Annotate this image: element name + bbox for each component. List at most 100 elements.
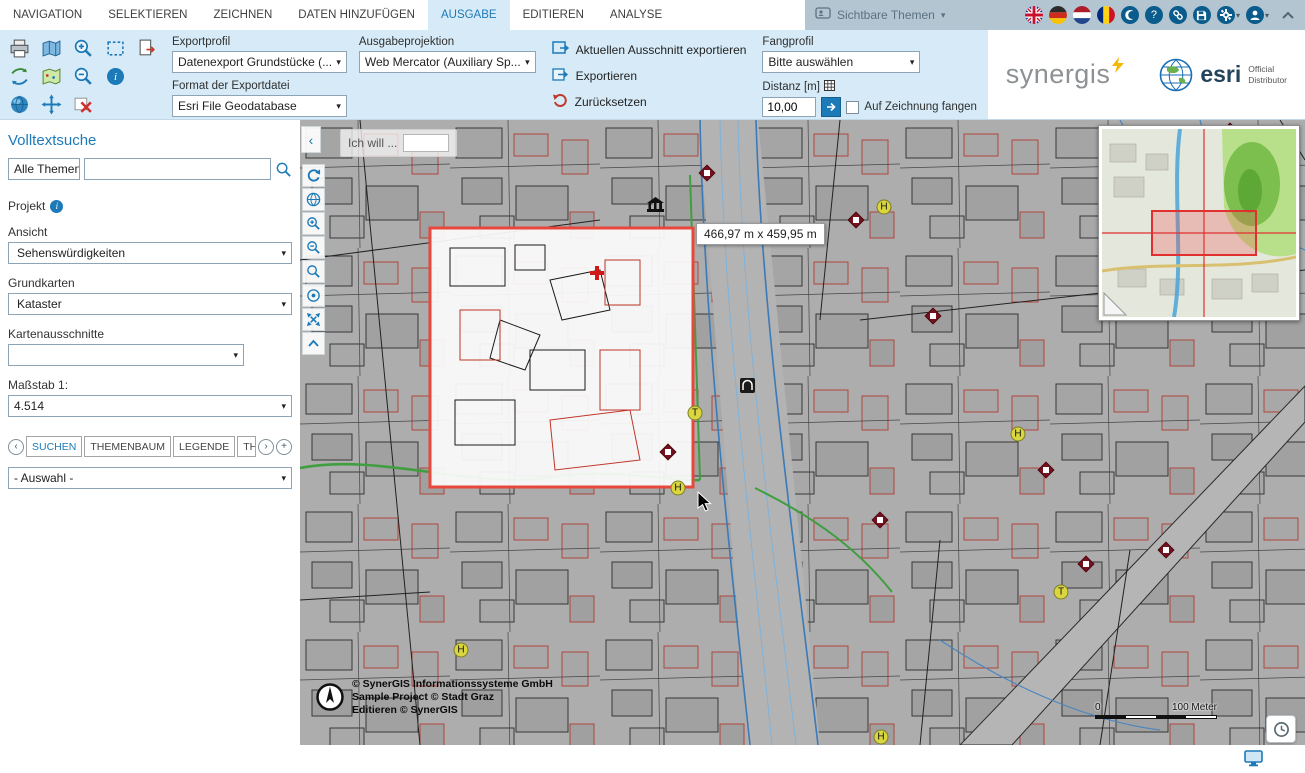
export-format-select[interactable]: Esri File Geodatabase ▾ <box>172 95 347 117</box>
pan-icon[interactable] <box>36 91 67 118</box>
map-marker-poi[interactable]: T <box>1054 585 1069 600</box>
flag-nl-icon[interactable] <box>1073 6 1091 24</box>
esri-distributor-label: Official Distributor <box>1248 64 1287 84</box>
menu-selektieren[interactable]: SELEKTIEREN <box>95 0 200 30</box>
menu-editieren[interactable]: EDITIEREN <box>510 0 597 30</box>
language-globe-icon[interactable] <box>1121 6 1139 24</box>
selection-select[interactable]: - Auswahl - ▾ <box>8 467 292 489</box>
menu-ausgabe[interactable]: AUSGABE <box>428 0 510 30</box>
overview-map[interactable] <box>1098 125 1300 321</box>
chevron-down-icon: ▾ <box>910 57 915 68</box>
visible-themes-dropdown[interactable]: Sichtbare Themen ▾ <box>815 7 945 24</box>
export-profile-value: Datenexport Grundstücke (... <box>178 55 332 69</box>
print-icon[interactable] <box>4 35 35 62</box>
tab-themenbaum[interactable]: THEMENBAUM <box>84 436 171 457</box>
map-canvas[interactable]: HTHHHTH ‹ Ich will ... 466,97 m x 459,95… <box>300 120 1305 745</box>
distance-label-row: Distanz [m] <box>762 80 987 94</box>
map-toolbar <box>302 164 325 355</box>
map-copyright: © SynerGIS Informationssysteme GmbH Samp… <box>316 678 553 717</box>
menu-daten-hinzufuegen[interactable]: DATEN HINZUFÜGEN <box>285 0 428 30</box>
fulltext-search-input[interactable] <box>84 158 271 180</box>
search-icon[interactable] <box>275 159 292 179</box>
swap-arrows-icon[interactable] <box>4 63 35 90</box>
menu-analyse[interactable]: ANALYSE <box>597 0 675 30</box>
collapse-toolbar-icon[interactable] <box>1281 11 1295 20</box>
zoom-in-icon[interactable] <box>68 35 99 62</box>
full-extent-globe-icon[interactable] <box>302 188 325 211</box>
export-map-icon[interactable] <box>132 35 163 62</box>
layers-map-icon[interactable] <box>36 35 67 62</box>
output-projection-select[interactable]: Web Mercator (Auxiliary Sp... ▾ <box>359 51 536 73</box>
export-format-label: Format der Exportdatei <box>172 80 347 92</box>
view-value: Sehenswürdigkeiten <box>14 246 125 260</box>
tab-themen-truncated[interactable]: THE <box>237 436 256 457</box>
lightning-icon <box>1111 57 1125 73</box>
help-icon[interactable]: ? <box>1145 6 1163 24</box>
scale-select[interactable]: 4.514 ▾ <box>8 395 292 417</box>
ich-will-input[interactable] <box>403 134 449 152</box>
time-slider-button[interactable] <box>1266 715 1296 743</box>
view-select[interactable]: Sehenswürdigkeiten ▾ <box>8 242 292 264</box>
esri-globe-icon <box>1159 58 1193 92</box>
display-icon[interactable] <box>1244 750 1263 770</box>
search-scope-value: Alle Themen <box>14 162 80 176</box>
user-menu[interactable]: ▾ <box>1246 6 1269 24</box>
snap-drawing-checkbox[interactable] <box>846 101 859 114</box>
basemap-select[interactable]: Kataster ▾ <box>8 293 292 315</box>
tab-suchen[interactable]: SUCHEN <box>26 436 82 457</box>
zoom-in-icon[interactable] <box>302 212 325 235</box>
map-sheet-icon[interactable] <box>36 63 67 90</box>
map-marker-poi[interactable]: H <box>874 730 889 745</box>
snap-profile-select[interactable]: Bitte auswählen ▾ <box>762 51 920 73</box>
clock-icon <box>1273 721 1290 738</box>
zoom-out-icon[interactable] <box>68 63 99 90</box>
chevron-down-icon: ▾ <box>336 57 341 68</box>
info-icon[interactable]: i <box>100 63 131 90</box>
chevron-left-icon: ‹ <box>309 132 314 148</box>
map-marker-poi[interactable]: T <box>688 406 703 421</box>
tab-legende[interactable]: LEGENDE <box>173 436 235 457</box>
project-info-icon[interactable]: i <box>50 200 63 213</box>
delete-selection-icon[interactable] <box>68 91 99 118</box>
export-format-value: Esri File Geodatabase <box>178 99 297 113</box>
settings-menu[interactable]: ▾ <box>1217 6 1240 24</box>
select-rectangle-icon[interactable] <box>100 35 131 62</box>
export-current-extent-button[interactable]: Aktuellen Ausschnitt exportieren <box>552 39 747 60</box>
map-marker-poi[interactable]: H <box>1011 427 1026 442</box>
export-profile-select[interactable]: Datenexport Grundstücke (... ▾ <box>172 51 347 73</box>
ich-will-widget[interactable]: Ich will ... <box>340 129 457 157</box>
save-icon[interactable] <box>1193 6 1211 24</box>
chevron-down-icon: ▾ <box>525 57 530 68</box>
reset-button[interactable]: Zurücksetzen <box>552 91 747 112</box>
flag-uk-icon[interactable] <box>1025 6 1043 24</box>
flag-ro-icon[interactable] <box>1097 6 1115 24</box>
esri-logo: esri Official Distributor <box>1159 58 1287 92</box>
export-extent-icon <box>552 41 569 59</box>
tabs-scroll-right-icon[interactable]: › <box>258 439 274 455</box>
collapse-up-icon[interactable] <box>302 332 325 355</box>
menu-zeichnen[interactable]: ZEICHNEN <box>200 0 285 30</box>
globe-sphere-icon[interactable] <box>4 91 35 118</box>
snap-profile-value: Bitte auswählen <box>768 55 853 69</box>
sidebar-collapse-button[interactable]: ‹ <box>301 126 321 153</box>
zoom-out-icon[interactable] <box>302 236 325 259</box>
map-marker-poi[interactable]: H <box>877 200 892 215</box>
flag-de-icon[interactable] <box>1049 6 1067 24</box>
basemap-label: Grundkarten <box>8 276 292 290</box>
tabs-add-icon[interactable]: + <box>276 439 292 455</box>
tabs-scroll-left-icon[interactable]: ‹ <box>8 439 24 455</box>
search-scope-select[interactable]: Alle Themen ▾ <box>8 158 80 180</box>
extents-select[interactable]: ▾ <box>8 344 244 366</box>
map-marker-poi[interactable]: H <box>454 643 469 658</box>
refresh-icon[interactable] <box>302 164 325 187</box>
center-map-icon[interactable] <box>302 284 325 307</box>
distance-input[interactable] <box>762 97 816 117</box>
link-icon[interactable] <box>1169 6 1187 24</box>
zoom-window-icon[interactable] <box>302 260 325 283</box>
menu-navigation[interactable]: NAVIGATION <box>0 0 95 30</box>
chevron-down-icon: ▾ <box>281 473 286 484</box>
apply-distance-button[interactable] <box>821 97 841 117</box>
export-button[interactable]: Exportieren <box>552 65 747 86</box>
map-marker-poi[interactable]: H <box>671 481 686 496</box>
zoom-extent-icon[interactable] <box>302 308 325 331</box>
